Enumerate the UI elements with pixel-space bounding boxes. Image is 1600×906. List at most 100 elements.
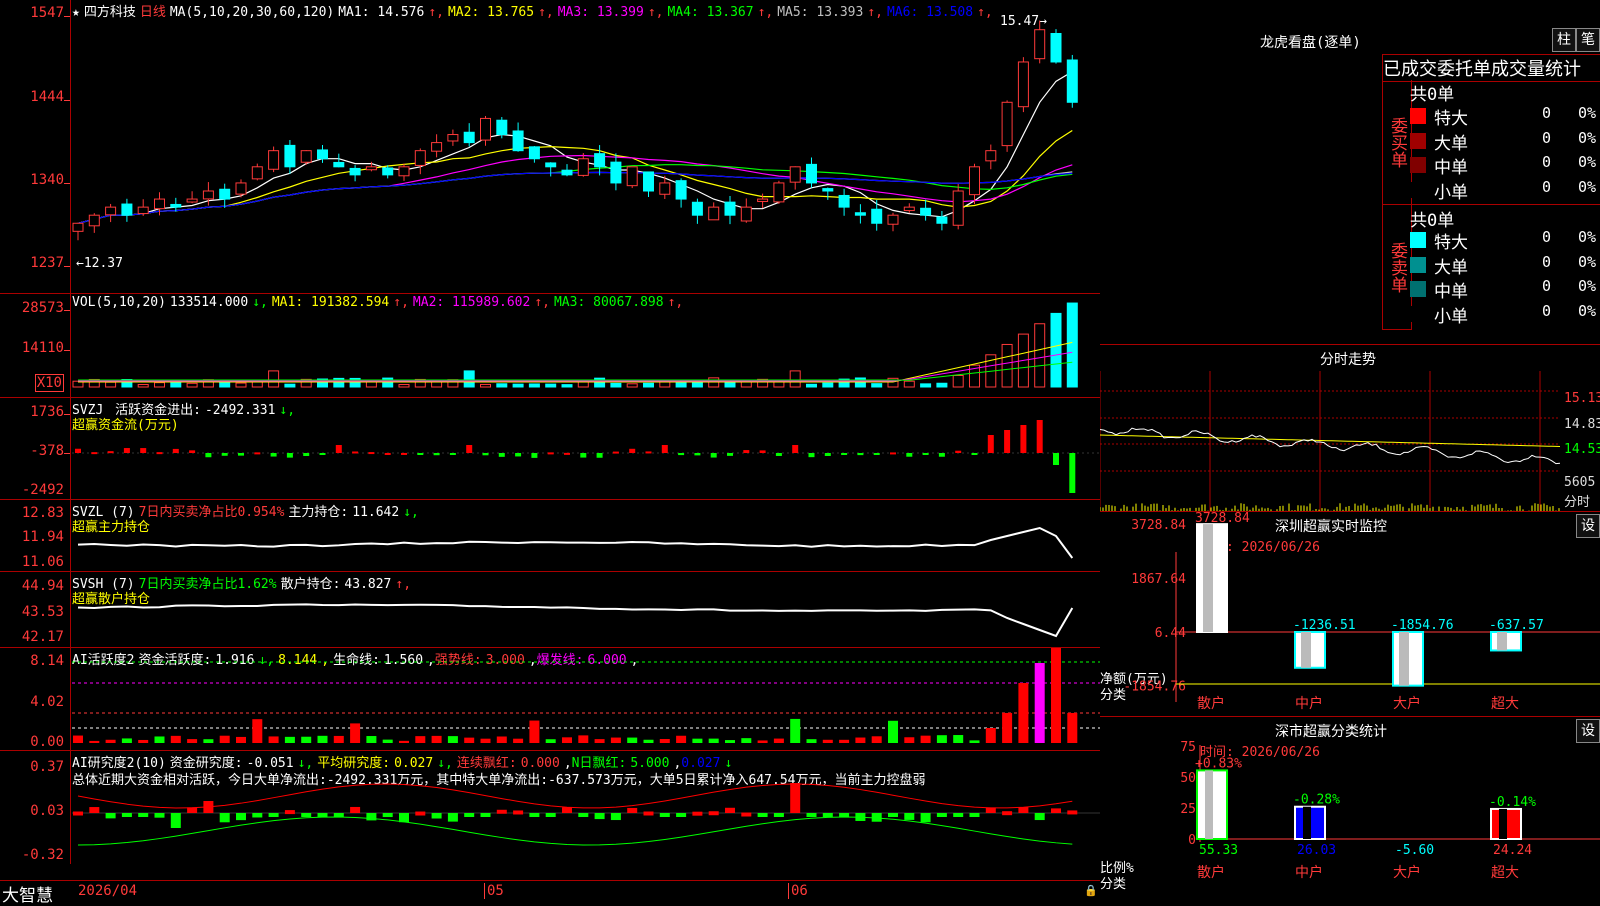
intraday-chart[interactable] <box>1100 371 1560 511</box>
activity-bar <box>773 738 784 743</box>
candle-body <box>545 162 557 168</box>
lock-icon[interactable]: 🔒 <box>1084 884 1098 897</box>
activity-bar <box>985 728 996 743</box>
main-holding-line <box>77 526 1074 559</box>
color-swatch <box>1410 256 1426 273</box>
sz-class-ylabel: 75 <box>1180 740 1196 755</box>
fund-flow-bar <box>75 448 81 453</box>
research-bar <box>138 813 149 817</box>
fund-flow-bar <box>401 452 407 455</box>
activity-bar <box>953 735 964 743</box>
stroke-mode-button[interactable]: 笔 <box>1576 28 1600 52</box>
order-size: 中单 <box>1434 158 1468 178</box>
fund-flow-bar <box>1020 425 1027 453</box>
candle-body <box>985 150 997 162</box>
fund-flow-bar <box>449 453 456 455</box>
sz-class-ylabel: 25 <box>1180 802 1196 817</box>
ai-research-panel[interactable]: 0.37 0.03 -0.32 AI研究度2(10) 资金研究度: -0.051 ↓,… <box>0 751 1100 864</box>
volume-bar <box>871 383 883 388</box>
sz-class-category: 大户 <box>1393 864 1421 881</box>
order-count: 0 <box>1542 252 1552 271</box>
intra-avg-line <box>1100 434 1560 447</box>
order-pct: 0% <box>1578 252 1597 271</box>
main-holding-chart[interactable] <box>0 500 1100 571</box>
svzl-panel[interactable]: 12.83 11.94 11.06 SVZL (7) 7日内买卖净占比0.954%… <box>0 500 1100 572</box>
sz-monitor-ylabel: 3728.84 <box>1131 518 1186 533</box>
intraday-title: 分时走势 <box>1320 352 1376 368</box>
fund-flow-bar <box>433 453 440 456</box>
svsh-panel[interactable]: 44.94 43.53 42.17 SVSH (7) 7日内买卖净占比1.62% 散… <box>0 572 1100 648</box>
sz-class-chart[interactable]: 75 50 25 0 +0.83% 55.33 散户 -0.28% 26.03 中户 -5.60 大户… <box>1100 717 1600 900</box>
volume-bar <box>561 384 573 388</box>
sz-class-bar-shade <box>1499 808 1507 839</box>
research-bar <box>643 811 654 816</box>
activity-bar <box>708 738 719 743</box>
research-bar <box>317 813 328 817</box>
research-bar <box>904 813 915 820</box>
retail-holding-chart[interactable] <box>0 572 1100 647</box>
candle-body <box>284 144 296 168</box>
sz-monitor-value: 3728.84 <box>1195 512 1250 526</box>
price-panel[interactable]: 1547 1444 1340 1237 ★ 四方科技 日线 MA(5,10,20,30… <box>0 0 1100 294</box>
candlestick-chart[interactable] <box>0 0 1100 293</box>
candle-body <box>969 166 980 196</box>
order-row-中单: 中单 0 0% <box>1410 153 1600 178</box>
volume-bar <box>626 383 638 388</box>
svzj-panel[interactable]: 1736 -378 -2492 SVZJ 活跃资金进出: -2492.331 ↓, … <box>0 398 1100 500</box>
fund-flow-bar <box>254 452 261 455</box>
activity-bar <box>757 740 768 743</box>
candle-body <box>659 182 671 195</box>
candle-body <box>626 166 638 187</box>
candle-body <box>773 182 785 203</box>
sz-monitor-category: 散户 <box>1197 695 1225 712</box>
sz-monitor-category: 中户 <box>1295 695 1323 712</box>
brand-label: 大智慧 <box>2 886 53 906</box>
fund-flow-bar <box>91 452 98 455</box>
bar-mode-button[interactable]: 柱 <box>1552 28 1576 52</box>
sz-monitor-chart[interactable]: 3728.84 1867.64 6.44 -1854.76 3728.84 散户 -1236… <box>1100 512 1600 716</box>
color-swatch <box>1410 108 1426 124</box>
candle-body <box>349 167 361 176</box>
candle-body <box>1050 32 1062 63</box>
research-bar <box>822 813 833 817</box>
activity-chart[interactable] <box>0 648 1100 750</box>
candle-body <box>121 203 133 216</box>
volume-bar <box>268 370 280 388</box>
sz-monitor-panel: 深圳超赢实时监控 设 时间: 2026/06/26 净额(万元) 分类 3728… <box>1100 512 1600 717</box>
sz-class-category: 中户 <box>1295 864 1323 881</box>
order-size: 特大 <box>1434 233 1468 253</box>
ai-activity-panel[interactable]: 8.14 4.02 0.00 AI活跃度2 资金活跃度: 1.916 ↓, 8.144,… <box>0 648 1100 751</box>
candle-body <box>806 163 817 184</box>
candle-body <box>920 207 932 216</box>
fund-flow-bar <box>498 453 505 457</box>
fund-flow-chart[interactable] <box>0 398 1100 499</box>
sz-class-category: 超大 <box>1491 865 1519 881</box>
activity-bar <box>284 736 295 743</box>
candle-body <box>317 149 328 160</box>
volume-bar <box>496 383 508 388</box>
order-row-小单: 小单 0 0% <box>1410 178 1600 203</box>
sz-monitor-value: -637.57 <box>1489 618 1544 633</box>
candle-body <box>561 169 573 176</box>
volume-chart[interactable] <box>0 294 1100 397</box>
volume-bar <box>154 382 165 388</box>
candle-body <box>251 166 263 180</box>
research-chart[interactable] <box>0 751 1100 864</box>
volume-bar <box>773 381 785 388</box>
stats-tabs[interactable]: 已成交委托单成交量统计 <box>1382 54 1600 82</box>
candle-body <box>170 203 182 208</box>
research-bar <box>1034 813 1045 821</box>
volume-bar <box>610 382 622 388</box>
activity-bar <box>969 740 980 743</box>
activity-bar <box>333 735 344 743</box>
research-bar <box>806 813 817 817</box>
activity-bar <box>203 739 214 743</box>
fund-flow-bar <box>189 450 196 453</box>
fund-flow-bar <box>824 453 831 457</box>
research-bar <box>382 813 393 818</box>
volume-bar <box>219 382 231 388</box>
fund-flow-bar <box>140 448 147 453</box>
fund-flow-bar <box>710 453 717 458</box>
vol-panel[interactable]: 28573 14110 X10 VOL(5,10,20) 133514.000 ↓,… <box>0 294 1100 398</box>
candle-body <box>186 198 198 203</box>
